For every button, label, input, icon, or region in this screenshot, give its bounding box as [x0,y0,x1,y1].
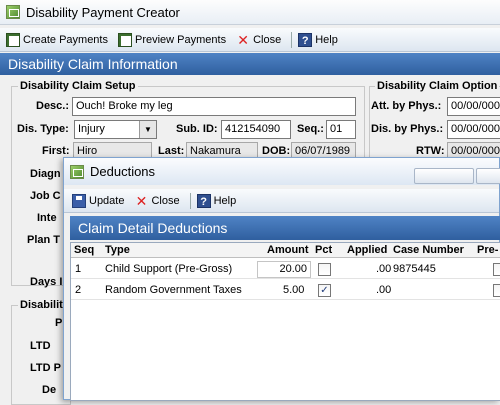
dialog-app-icon [70,164,84,179]
seq-input[interactable]: 01 [326,120,356,139]
col-seq[interactable]: Seq [74,244,94,256]
claim-detail-deductions-title: Claim Detail Deductions [78,220,228,236]
partial-label-ltd: LTD [30,340,51,352]
deductions-dialog: Deductions Update ✕ Close ? Help Claim D… [63,157,500,401]
partial-label-inte: Inte [37,212,57,224]
close-icon: ✕ [237,31,249,48]
window-title: Disability Payment Creator [26,4,180,20]
dialog-close-label: Close [151,194,180,207]
deductions-title: Deductions [90,164,156,179]
dis-type-label: Dis. Type: [17,123,69,135]
row-seq: 2 [75,284,82,296]
table-row[interactable]: 2 Random Government Taxes 5.00 ✓ .00 [71,280,500,300]
col-type[interactable]: Type [105,244,130,256]
pre-checkbox[interactable] [493,284,500,297]
dob-label: DOB: [262,145,291,157]
close-label: Close [253,33,282,46]
dialog-close-icon: ✕ [135,192,148,209]
col-pre[interactable]: Pre- [477,244,498,256]
partial-label-de: De [42,384,57,396]
pre-checkbox[interactable] [493,263,500,276]
help-label: Help [315,33,338,46]
row-amount: 5.00 [283,284,305,296]
save-icon [72,193,86,208]
att-phys-input[interactable]: 00/00/0000 [447,97,500,116]
partial-label-job: Job C [30,190,61,202]
claim-setup-title: Disability Claim Setup [18,80,138,92]
seq-label: Seq.: [297,123,324,135]
preview-payments-button[interactable]: Preview Payments [117,32,227,47]
row-case-number: 9875445 [393,263,436,275]
desc-input[interactable]: Ouch! Broke my leg [72,97,356,116]
toolbar-separator [291,31,293,48]
update-label: Update [89,194,125,207]
preview-grid-icon [117,32,132,47]
sub-id-label: Sub. ID: [176,123,218,135]
desc-label: Desc.: [36,100,70,112]
dis-type-select[interactable]: Injury ▼ [74,120,157,139]
first-label: First: [42,145,70,157]
last-label: Last: [158,145,185,157]
hidden-tab-2[interactable] [476,168,500,184]
row-seq: 1 [75,263,82,275]
pct-checkbox[interactable] [318,263,331,276]
rtw-label: RTW: [416,145,445,157]
partial-label-plan: Plan T [27,234,61,246]
table-row[interactable]: 1 Child Support (Pre-Gross) 20.00 .00 98… [71,259,500,279]
dialog-toolbar-separator [189,192,191,209]
hidden-tab-1[interactable] [414,168,474,184]
deductions-toolbar: Update ✕ Close ? Help [64,189,499,213]
partial-label-p: P [55,317,63,329]
help-button[interactable]: ? Help [298,32,338,47]
att-phys-label: Att. by Phys.: [371,100,442,112]
row-applied: .00 [376,263,392,275]
col-case-number[interactable]: Case Number [393,244,464,256]
dis-type-value: Injury [78,123,105,135]
partial-label-diagn: Diagn [30,168,61,180]
dialog-help-icon: ? [196,193,211,208]
col-pct[interactable]: Pct [315,244,332,256]
help-icon: ? [298,32,313,47]
col-applied[interactable]: Applied [347,244,387,256]
partial-label-days: Days I [30,276,63,288]
dis-phys-input[interactable]: 00/00/0000 [447,120,500,139]
dis-phys-label: Dis. by Phys.: [371,123,444,135]
grid-header-row: Seq Type Amount Pct Applied Case Number … [71,243,500,258]
update-button[interactable]: Update [72,193,125,208]
create-payments-button[interactable]: Create Payments [6,32,108,47]
create-payments-label: Create Payments [23,33,108,46]
close-button[interactable]: ✕ Close [236,33,281,47]
dialog-help-button[interactable]: ? Help [196,193,237,208]
window-titlebar: Disability Payment Creator [0,0,500,25]
partial-label-ltd-p: LTD P [30,362,61,374]
row-applied: .00 [376,284,392,296]
main-toolbar: Create Payments Preview Payments ✕ Close… [0,28,500,52]
row-type: Random Government Taxes [105,284,242,296]
claim-information-title: Disability Claim Information [8,56,178,72]
dialog-close-button[interactable]: ✕ Close [134,192,180,209]
claim-information-header: Disability Claim Information [0,53,500,75]
dialog-help-label: Help [213,194,237,207]
preview-payments-label: Preview Payments [134,33,227,46]
row-type: Child Support (Pre-Gross) [105,263,233,275]
app-icon [6,5,20,19]
claim-options-title: Disability Claim Option [375,80,500,92]
col-amount[interactable]: Amount [267,244,309,256]
grid-icon [6,32,20,47]
sub-id-input[interactable]: 412154090 [221,120,291,139]
amount-input[interactable]: 20.00 [257,261,311,278]
deductions-grid: Seq Type Amount Pct Applied Case Number … [70,242,500,401]
pct-checkbox[interactable]: ✓ [318,284,331,297]
chevron-down-icon[interactable]: ▼ [139,121,156,138]
claim-detail-deductions-header: Claim Detail Deductions [70,216,500,240]
disability-lower-title: Disabilit [18,299,65,311]
